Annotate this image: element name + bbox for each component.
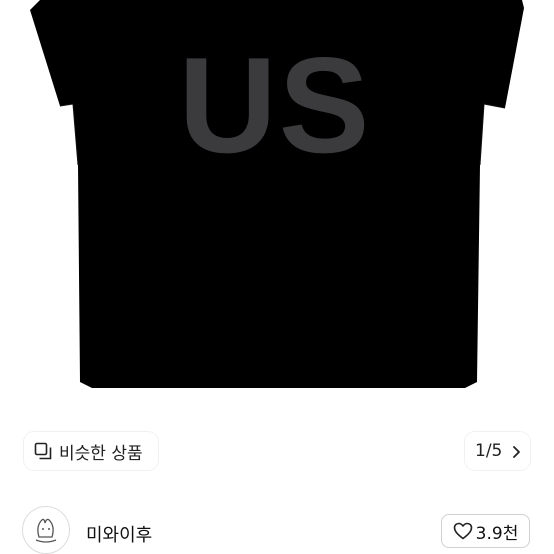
image-page-counter: 1/5	[475, 441, 503, 461]
similar-items-button[interactable]: 비슷한 상품	[24, 432, 158, 470]
similar-items-icon	[34, 442, 52, 460]
chevron-right-icon	[511, 444, 521, 458]
tshirt-graphic: US	[30, 0, 524, 388]
shop-avatar[interactable]	[22, 506, 70, 554]
heart-icon	[453, 522, 473, 540]
seller-bar: 미와이후 3.9천	[0, 494, 554, 554]
tshirt-print-text: US	[179, 29, 372, 181]
like-button[interactable]: 3.9천	[441, 514, 530, 548]
product-image[interactable]: US	[0, 0, 554, 494]
seller-name[interactable]: 미와이후	[86, 521, 152, 547]
image-pager[interactable]: 1/5	[465, 432, 530, 470]
like-count: 3.9천	[475, 523, 519, 544]
similar-items-label: 비슷한 상품	[59, 443, 143, 464]
